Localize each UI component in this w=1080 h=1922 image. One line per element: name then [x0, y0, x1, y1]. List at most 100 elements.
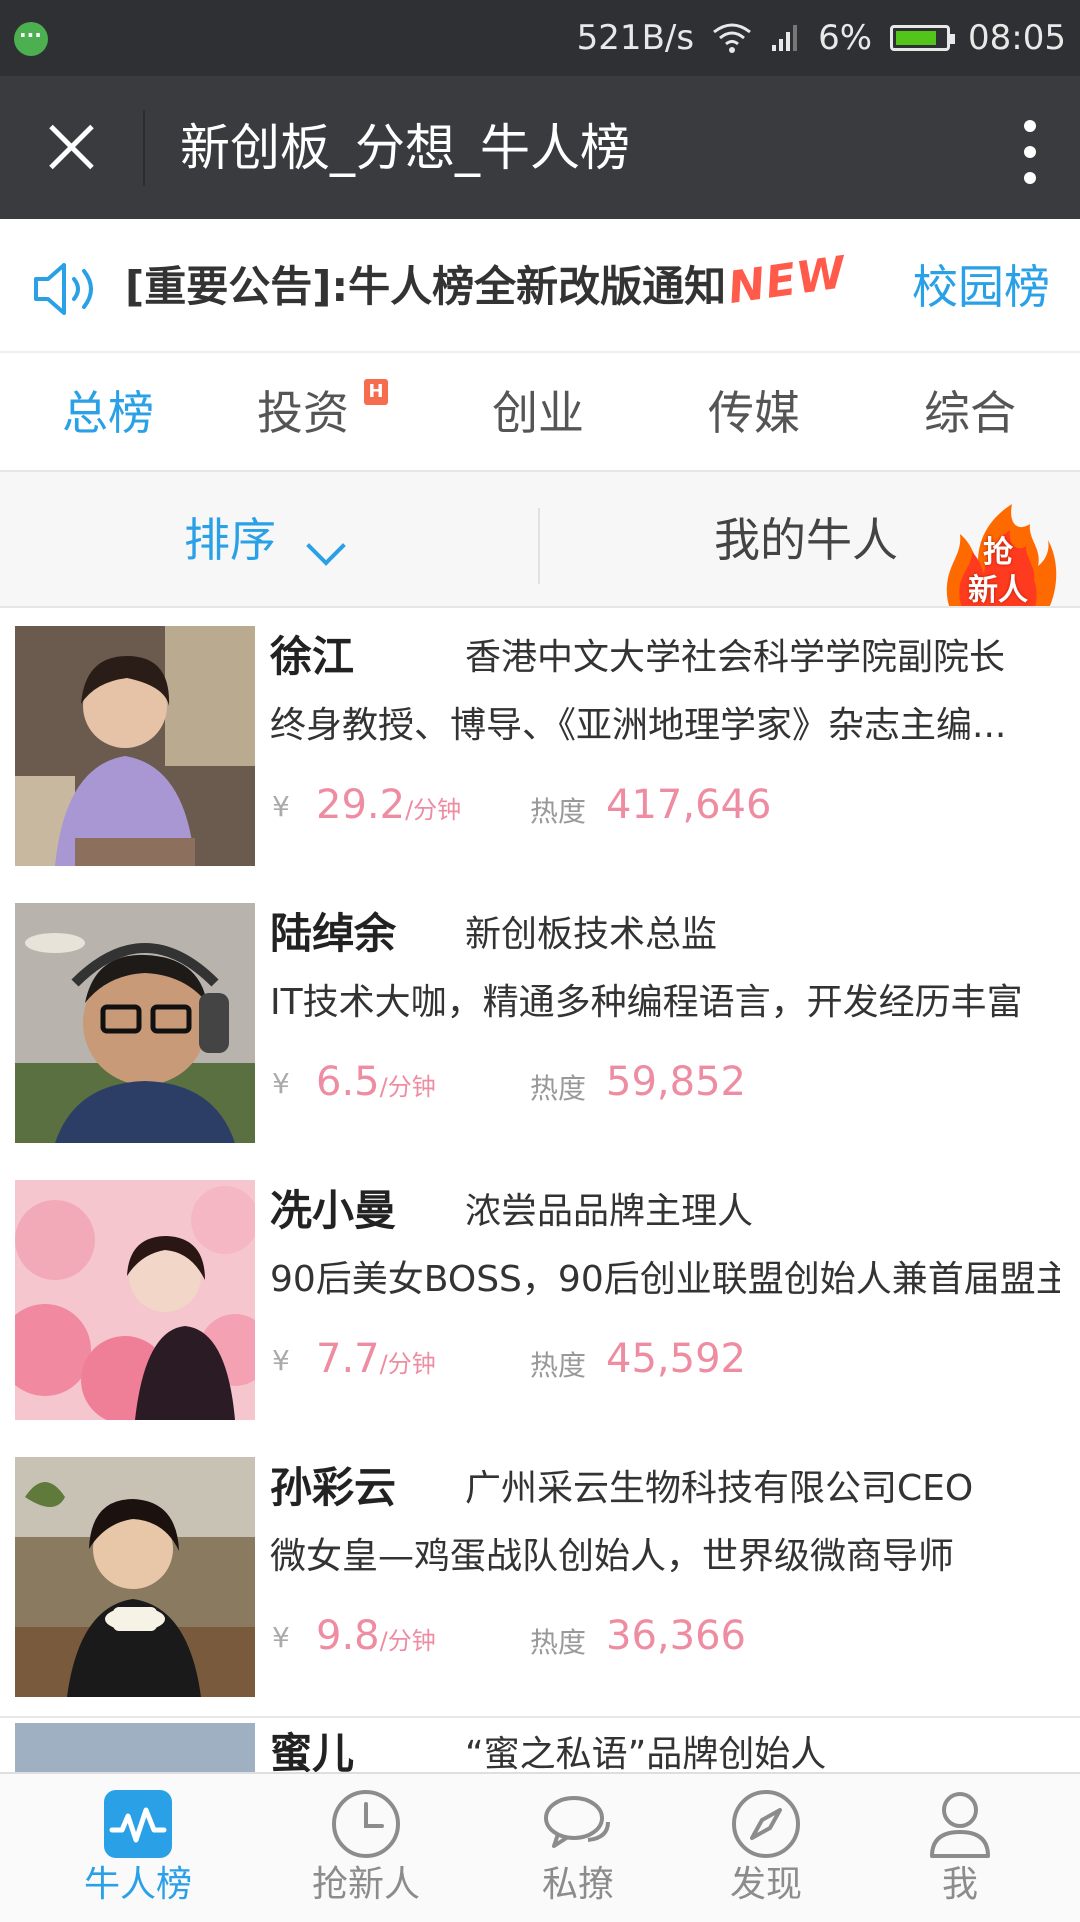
category-tabs: 总榜 投资 H 创业 传媒 综合 [0, 351, 1080, 475]
wechat-notification-icon [14, 22, 48, 56]
tab-comprehensive[interactable]: 综合 [924, 383, 1016, 443]
price-unit: /分钟 [379, 1350, 436, 1378]
avatar[interactable] [15, 1723, 255, 1775]
battery-icon [890, 25, 956, 51]
price-heat-row: ¥ 6.5/分钟 热度 59,852 [272, 1053, 1062, 1113]
price-value: 29.2 [316, 782, 406, 828]
close-button[interactable] [40, 116, 102, 178]
avatar-photo [15, 903, 255, 1143]
heat-label: 热度 [530, 1626, 587, 1659]
compass-icon [732, 1790, 800, 1858]
announcement-link[interactable]: [重要公告]:牛人榜全新改版通知 [125, 257, 726, 317]
status-indicators: 521B/s 6% 08:05 [577, 0, 1066, 76]
heat-value: 59,852 [606, 1059, 746, 1105]
hot-badge: H [364, 379, 388, 405]
person-name: 徐江 [270, 632, 355, 681]
title-bar: 新创板_分想_牛人榜 [0, 76, 1080, 219]
nav-label: 抢新人 [311, 1864, 420, 1905]
tab-investment[interactable]: 投资 [257, 383, 349, 443]
person-icon [930, 1792, 990, 1858]
badge-line: 新人 [968, 573, 1028, 608]
clock-icon [332, 1790, 400, 1858]
list-item[interactable]: 徐江 香港中文大学社会科学学院副院长 终身教授、博导、《亚洲地理学家》杂志主编.… [0, 608, 1080, 887]
list-item[interactable]: 蜜儿 “蜜之私语”品牌创始人 [0, 1723, 1080, 1775]
chevron-down-icon[interactable] [306, 526, 346, 566]
new-badge: NEW [725, 247, 850, 314]
nav-label: 私撩 [541, 1864, 614, 1905]
price-heat-row: ¥ 9.8/分钟 热度 36,366 [272, 1607, 1062, 1667]
heat-value: 417,646 [606, 782, 772, 828]
list-item[interactable]: 冼小曼 浓尝品品牌主理人 90后美女BOSS，90后创业联盟创始人兼首届盟主 ¥… [0, 1162, 1080, 1441]
badge-text: 抢 新人 [956, 534, 1040, 610]
bottom-navigation: 牛人榜 抢新人 私撩 发现 我 [0, 1772, 1080, 1922]
yen-symbol: ¥ [272, 1067, 290, 1100]
person-title: 浓尝品品牌主理人 [465, 1191, 754, 1232]
price-value: 7.7 [316, 1336, 380, 1382]
price-per-minute: 29.2/分钟 [316, 776, 461, 839]
price-heat-row: ¥ 7.7/分钟 热度 45,592 [272, 1330, 1062, 1390]
person-description: 微女皇—鸡蛋战队创始人，世界级微商导师 [270, 1536, 955, 1577]
person-name: 陆绰余 [270, 909, 397, 958]
price-per-minute: 6.5/分钟 [316, 1053, 436, 1116]
person-title: 新创板技术总监 [465, 914, 718, 955]
nav-private-chat[interactable]: 私撩 [478, 1774, 678, 1922]
yen-symbol: ¥ [272, 790, 290, 823]
status-bar: 521B/s 6% 08:05 [0, 0, 1080, 76]
nav-ranking[interactable]: 牛人榜 [38, 1774, 238, 1922]
signal-icon [772, 25, 798, 51]
person-title: “蜜之私语”品牌创始人 [465, 1734, 827, 1775]
heat-value: 36,366 [606, 1613, 746, 1659]
heat-label: 热度 [530, 1072, 587, 1105]
yen-symbol: ¥ [272, 1344, 290, 1377]
nav-grab-newcomer[interactable]: 抢新人 [266, 1774, 466, 1922]
tab-media[interactable]: 传媒 [708, 383, 800, 443]
more-dot [1024, 120, 1036, 132]
divider [538, 508, 540, 584]
price-unit: /分钟 [379, 1073, 436, 1101]
sort-dropdown[interactable]: 排序 [184, 510, 276, 570]
avatar[interactable] [15, 626, 255, 866]
avatar[interactable] [15, 1180, 255, 1420]
avatar[interactable] [15, 1457, 255, 1697]
more-options-button[interactable] [1020, 114, 1040, 184]
person-description: 90后美女BOSS，90后创业联盟创始人兼首届盟主 [270, 1259, 1060, 1300]
heat-label: 热度 [530, 1349, 587, 1382]
nav-me[interactable]: 我 [860, 1774, 1060, 1922]
campus-ranking-link[interactable]: 校园榜 [912, 257, 1050, 317]
person-description: IT技术大咖，精通多种编程语言，开发经历丰富 [270, 982, 1023, 1023]
nav-label: 我 [941, 1864, 978, 1905]
heat-value: 45,592 [606, 1336, 746, 1382]
person-description: 终身教授、博导、《亚洲地理学家》杂志主编... [270, 705, 1007, 746]
list-item[interactable]: 孙彩云 广州采云生物科技有限公司CEO 微女皇—鸡蛋战队创始人，世界级微商导师 … [0, 1439, 1080, 1718]
price-unit: /分钟 [405, 796, 462, 824]
person-title: 香港中文大学社会科学学院副院长 [465, 637, 1006, 678]
person-title: 广州采云生物科技有限公司CEO [465, 1468, 974, 1509]
avatar[interactable] [15, 903, 255, 1143]
page-title: 新创板_分想_牛人榜 [180, 119, 630, 177]
nav-label: 发现 [729, 1864, 802, 1905]
speaker-icon [34, 263, 93, 315]
clock-time: 08:05 [968, 18, 1066, 58]
notice-bar: [重要公告]:牛人榜全新改版通知 NEW 校园榜 [0, 219, 1080, 351]
network-speed: 521B/s [576, 18, 695, 58]
nav-discover[interactable]: 发现 [666, 1774, 866, 1922]
price-heat-row: ¥ 29.2/分钟 热度 417,646 [272, 776, 1062, 836]
battery-percent: 6% [818, 18, 873, 58]
badge-line: 抢 [983, 535, 1013, 570]
chat-bubbles-icon [544, 1796, 610, 1848]
list-item[interactable]: 陆绰余 新创板技术总监 IT技术大咖，精通多种编程语言，开发经历丰富 ¥ 6.5… [0, 885, 1080, 1164]
person-name: 冼小曼 [270, 1186, 397, 1235]
nav-label: 牛人榜 [83, 1864, 192, 1905]
avatar-photo [15, 1457, 255, 1697]
tab-overall[interactable]: 总榜 [62, 383, 154, 443]
person-name: 孙彩云 [270, 1463, 397, 1512]
avatar-photo [15, 626, 255, 866]
heat-label: 热度 [530, 795, 587, 828]
more-dot [1024, 172, 1036, 184]
tab-startup[interactable]: 创业 [492, 383, 584, 443]
chart-trend-icon [104, 1790, 172, 1858]
price-value: 9.8 [316, 1613, 380, 1659]
wifi-icon [713, 23, 751, 53]
price-per-minute: 7.7/分钟 [316, 1330, 436, 1393]
my-people-button[interactable]: 我的牛人 [714, 510, 898, 570]
